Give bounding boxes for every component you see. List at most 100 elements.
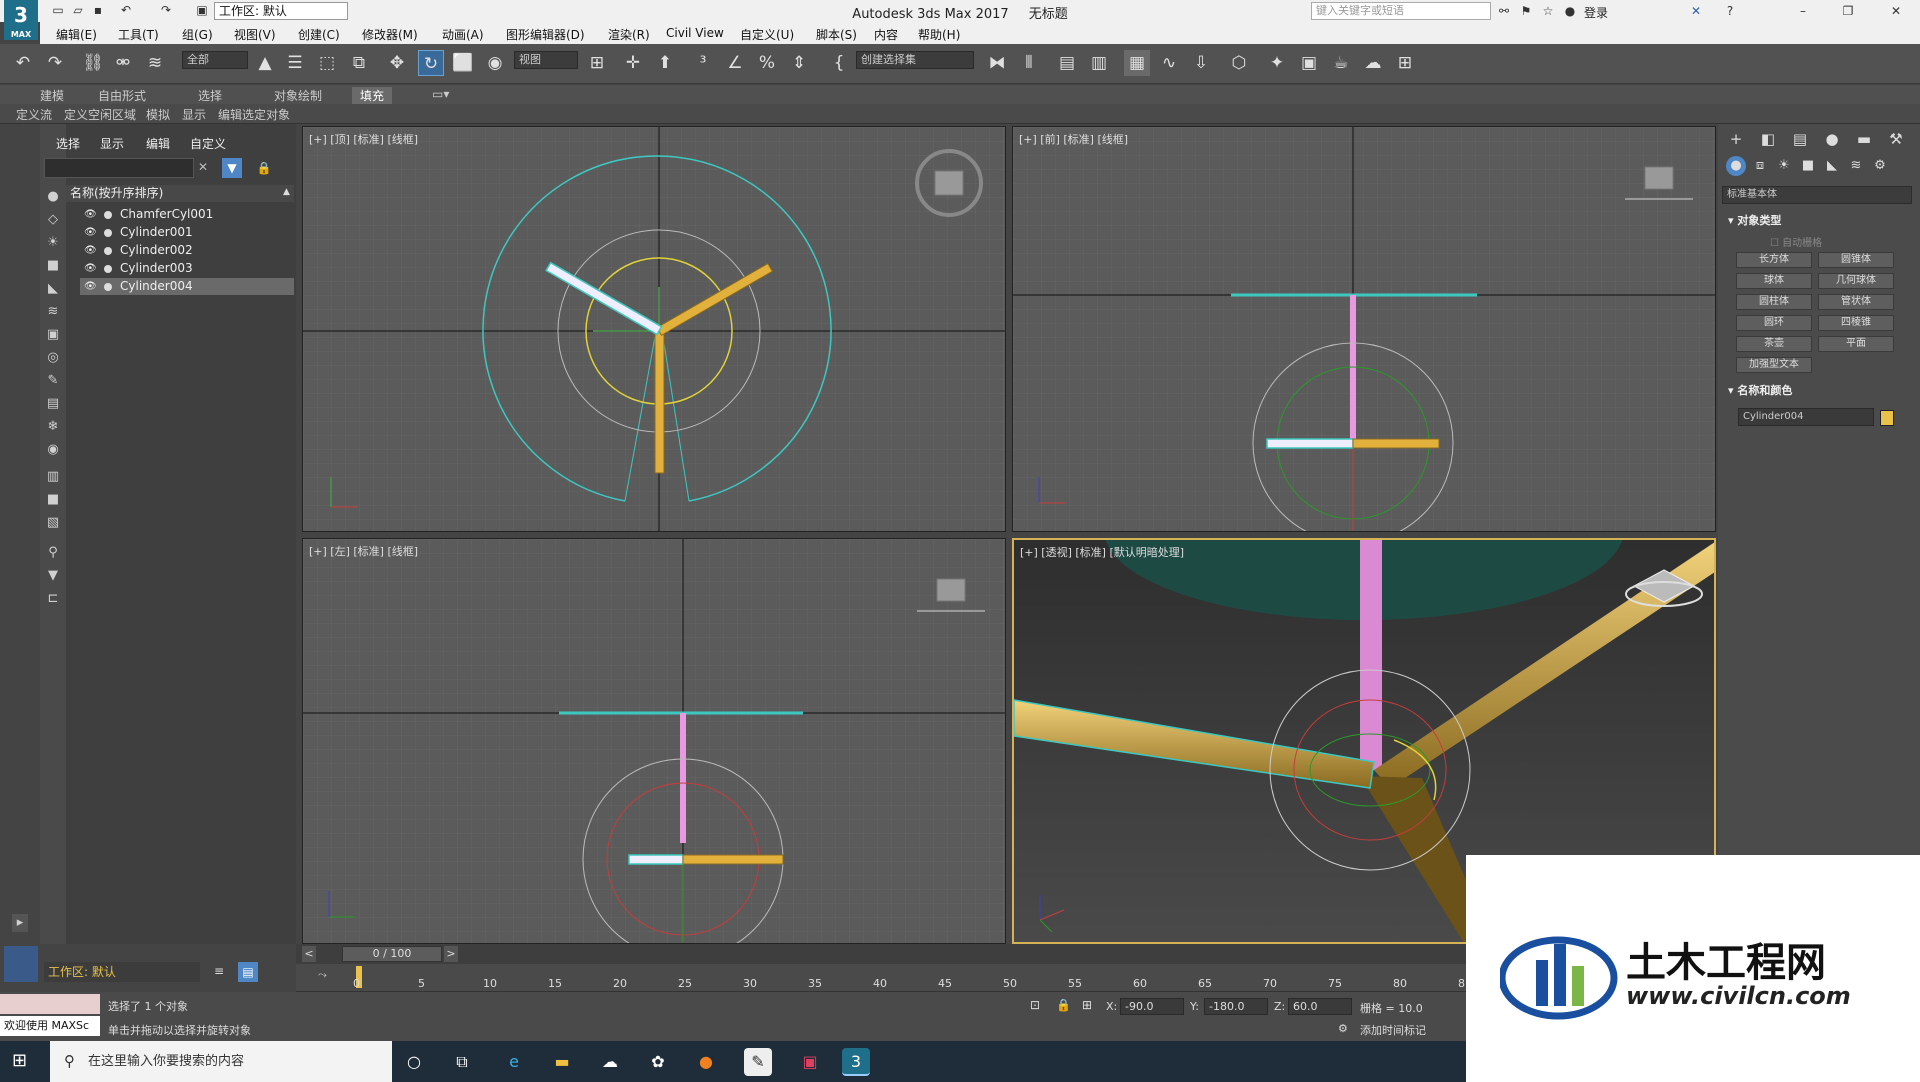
primitive-type-dropdown[interactable]: 标准基本体 xyxy=(1722,186,1912,204)
cylinder-button[interactable]: 圆柱体 xyxy=(1736,294,1812,310)
scene-tab-customize[interactable]: 自定义 xyxy=(190,135,226,152)
y-coord-input[interactable]: -180.0 xyxy=(1204,998,1268,1015)
eye-icon[interactable]: 👁 xyxy=(84,278,98,295)
scene-workspace-dropdown[interactable]: 工作区: 默认 xyxy=(44,962,200,982)
3dsmax-taskbar-icon[interactable]: 3 xyxy=(842,1048,870,1076)
redo-icon[interactable]: ↷ xyxy=(42,50,68,76)
spinner-snap-icon[interactable]: ⇕ xyxy=(786,50,812,76)
systems-icon[interactable]: ⚙ xyxy=(1870,156,1890,176)
menu-content[interactable]: 内容 xyxy=(874,26,898,43)
render-setup-icon[interactable]: ✦ xyxy=(1264,50,1290,76)
align-icon[interactable]: ⫴ xyxy=(1016,50,1042,76)
menu-animation[interactable]: 动画(A) xyxy=(442,26,484,43)
render-dot-icon[interactable] xyxy=(104,247,112,255)
ribbon-options-icon[interactable]: ▭▾ xyxy=(432,87,449,101)
display-cameras-icon[interactable]: ■ xyxy=(44,257,62,275)
selection-lock-icon[interactable]: 🔒 xyxy=(1056,998,1071,1012)
app-store-icon[interactable]: ▣ xyxy=(796,1048,824,1076)
helpers-icon[interactable]: ◣ xyxy=(1822,156,1842,176)
snap-toggle-icon[interactable]: ³ xyxy=(690,50,716,76)
link-icon[interactable]: ⛓ xyxy=(80,50,106,76)
utilities-tab-icon[interactable]: ⚒ xyxy=(1884,128,1908,150)
ribbon-tab-freeform[interactable]: 自由形式 xyxy=(98,87,146,104)
hierarchy-tab-icon[interactable]: ▤ xyxy=(1788,128,1812,150)
material-editor-icon[interactable]: ⬡ xyxy=(1226,50,1252,76)
ribbon-display[interactable]: 显示 xyxy=(182,106,206,123)
name-column-header[interactable]: 名称(按升序排序) xyxy=(66,185,294,202)
spacewarps-icon[interactable]: ≋ xyxy=(1846,156,1866,176)
pyramid-button[interactable]: 四棱锥 xyxy=(1818,315,1894,331)
display-frozen-icon[interactable]: ▥ xyxy=(44,468,62,486)
eye-icon[interactable]: 👁 xyxy=(84,260,98,277)
sort-arrow-icon[interactable]: ▲ xyxy=(283,187,290,197)
select-by-name-icon[interactable]: ☰ xyxy=(282,50,308,76)
notepad-icon[interactable]: ✎ xyxy=(744,1048,772,1076)
render-production-icon[interactable]: ☕ xyxy=(1328,50,1354,76)
scene-explorer-icon[interactable]: ▤ xyxy=(1054,50,1080,76)
keyboard-shortcut-icon[interactable]: ⬆ xyxy=(652,50,678,76)
viewport-left[interactable]: [+] [左] [标准] [线框] xyxy=(302,538,1006,944)
close-icon[interactable]: ✕ xyxy=(1888,3,1904,19)
rotate-icon[interactable]: ↻ xyxy=(418,50,444,76)
selection-filter-dropdown[interactable]: 全部 xyxy=(182,51,248,69)
display-shapes-icon[interactable]: ◇ xyxy=(44,211,62,229)
render-dot-icon[interactable] xyxy=(104,211,112,219)
geometry-icon[interactable]: ● xyxy=(1726,156,1746,176)
curve-editor-icon[interactable]: ∿ xyxy=(1156,50,1182,76)
menu-group[interactable]: 组(G) xyxy=(182,26,213,43)
ribbon-define-flows[interactable]: 定义流 xyxy=(16,106,52,123)
filter-toggle-icon[interactable]: ▼ xyxy=(222,158,242,178)
display-helpers-icon[interactable]: ◣ xyxy=(44,280,62,298)
cortana-icon[interactable]: ○ xyxy=(400,1048,428,1076)
display-xrefs-icon[interactable]: ◎ xyxy=(44,349,62,367)
rect-selection-icon[interactable]: ⬚ xyxy=(314,50,340,76)
favorites-icon[interactable]: ☆ xyxy=(1540,3,1556,19)
time-tag-icon[interactable]: ⚙ xyxy=(1338,1022,1348,1035)
schematic-view-icon[interactable]: ⇩ xyxy=(1188,50,1214,76)
expand-arrow-icon[interactable]: ▸ xyxy=(12,914,28,932)
lock-icon[interactable]: 🔒 xyxy=(256,158,272,178)
display-groups-icon[interactable]: ▣ xyxy=(44,326,62,344)
render-cloud-icon[interactable]: ☁ xyxy=(1360,50,1386,76)
box-button[interactable]: 长方体 xyxy=(1736,252,1812,268)
app-bird-icon[interactable]: ✿ xyxy=(644,1048,672,1076)
toggle-ribbon-icon[interactable]: ▦ xyxy=(1124,50,1150,76)
x-coord-input[interactable]: -90.0 xyxy=(1120,998,1184,1015)
lights-icon[interactable]: ☀ xyxy=(1774,156,1794,176)
scene-tab-display[interactable]: 显示 xyxy=(100,135,124,152)
sphere-button[interactable]: 球体 xyxy=(1736,273,1812,289)
viewport-top-label[interactable]: [+] [顶] [标准] [线框] xyxy=(309,131,418,147)
window-crossing-icon[interactable]: ⧉ xyxy=(346,50,372,76)
scene-row[interactable]: 👁 Cylinder004 xyxy=(80,278,294,295)
absolute-mode-icon[interactable]: ⊞ xyxy=(1082,998,1092,1012)
scene-row[interactable]: 👁 Cylinder002 xyxy=(80,242,294,259)
display-all-icon[interactable]: ■ xyxy=(44,491,62,509)
eye-icon[interactable]: 👁 xyxy=(84,206,98,223)
ribbon-tab-modeling[interactable]: 建模 xyxy=(40,87,64,104)
ribbon-simulate[interactable]: 模拟 xyxy=(146,106,170,123)
clear-filter-icon[interactable]: ✕ xyxy=(198,160,208,174)
filter-icon[interactable]: ▼ xyxy=(44,567,62,585)
menu-scripting[interactable]: 脚本(S) xyxy=(816,26,857,43)
torus-button[interactable]: 圆环 xyxy=(1736,315,1812,331)
curve-editor-mini-icon[interactable]: ⤳ xyxy=(318,968,327,982)
viewport-left-label[interactable]: [+] [左] [标准] [线框] xyxy=(309,543,418,559)
shapes-icon[interactable]: ⧈ xyxy=(1750,156,1770,176)
display-geometry-icon[interactable]: ● xyxy=(44,188,62,206)
menu-modifiers[interactable]: 修改器(M) xyxy=(362,26,418,43)
login-link[interactable]: 登录 xyxy=(1584,4,1608,21)
display-bones-icon[interactable]: ✎ xyxy=(44,372,62,390)
viewport-top[interactable]: [+] [顶] [标准] [线框] xyxy=(302,126,1006,532)
minimize-icon[interactable]: – xyxy=(1795,3,1811,19)
eye-icon[interactable]: 👁 xyxy=(84,224,98,241)
taskbar-search[interactable]: 在这里输入你要搜索的内容 xyxy=(50,1041,392,1082)
task-view-icon[interactable]: ⧉ xyxy=(448,1048,476,1076)
render-dot-icon[interactable] xyxy=(104,265,112,273)
eye-icon[interactable]: 👁 xyxy=(84,242,98,259)
edit-named-sets-icon[interactable]: { xyxy=(826,50,852,76)
undo-icon[interactable]: ↶ xyxy=(10,50,36,76)
scene-row[interactable]: 👁 Cylinder003 xyxy=(80,260,294,277)
a360-gallery-icon[interactable]: ⊞ xyxy=(1392,50,1418,76)
ribbon-tab-object-paint[interactable]: 对象绘制 xyxy=(274,87,322,104)
object-type-rollout[interactable]: ▾ 对象类型 xyxy=(1722,212,1912,230)
